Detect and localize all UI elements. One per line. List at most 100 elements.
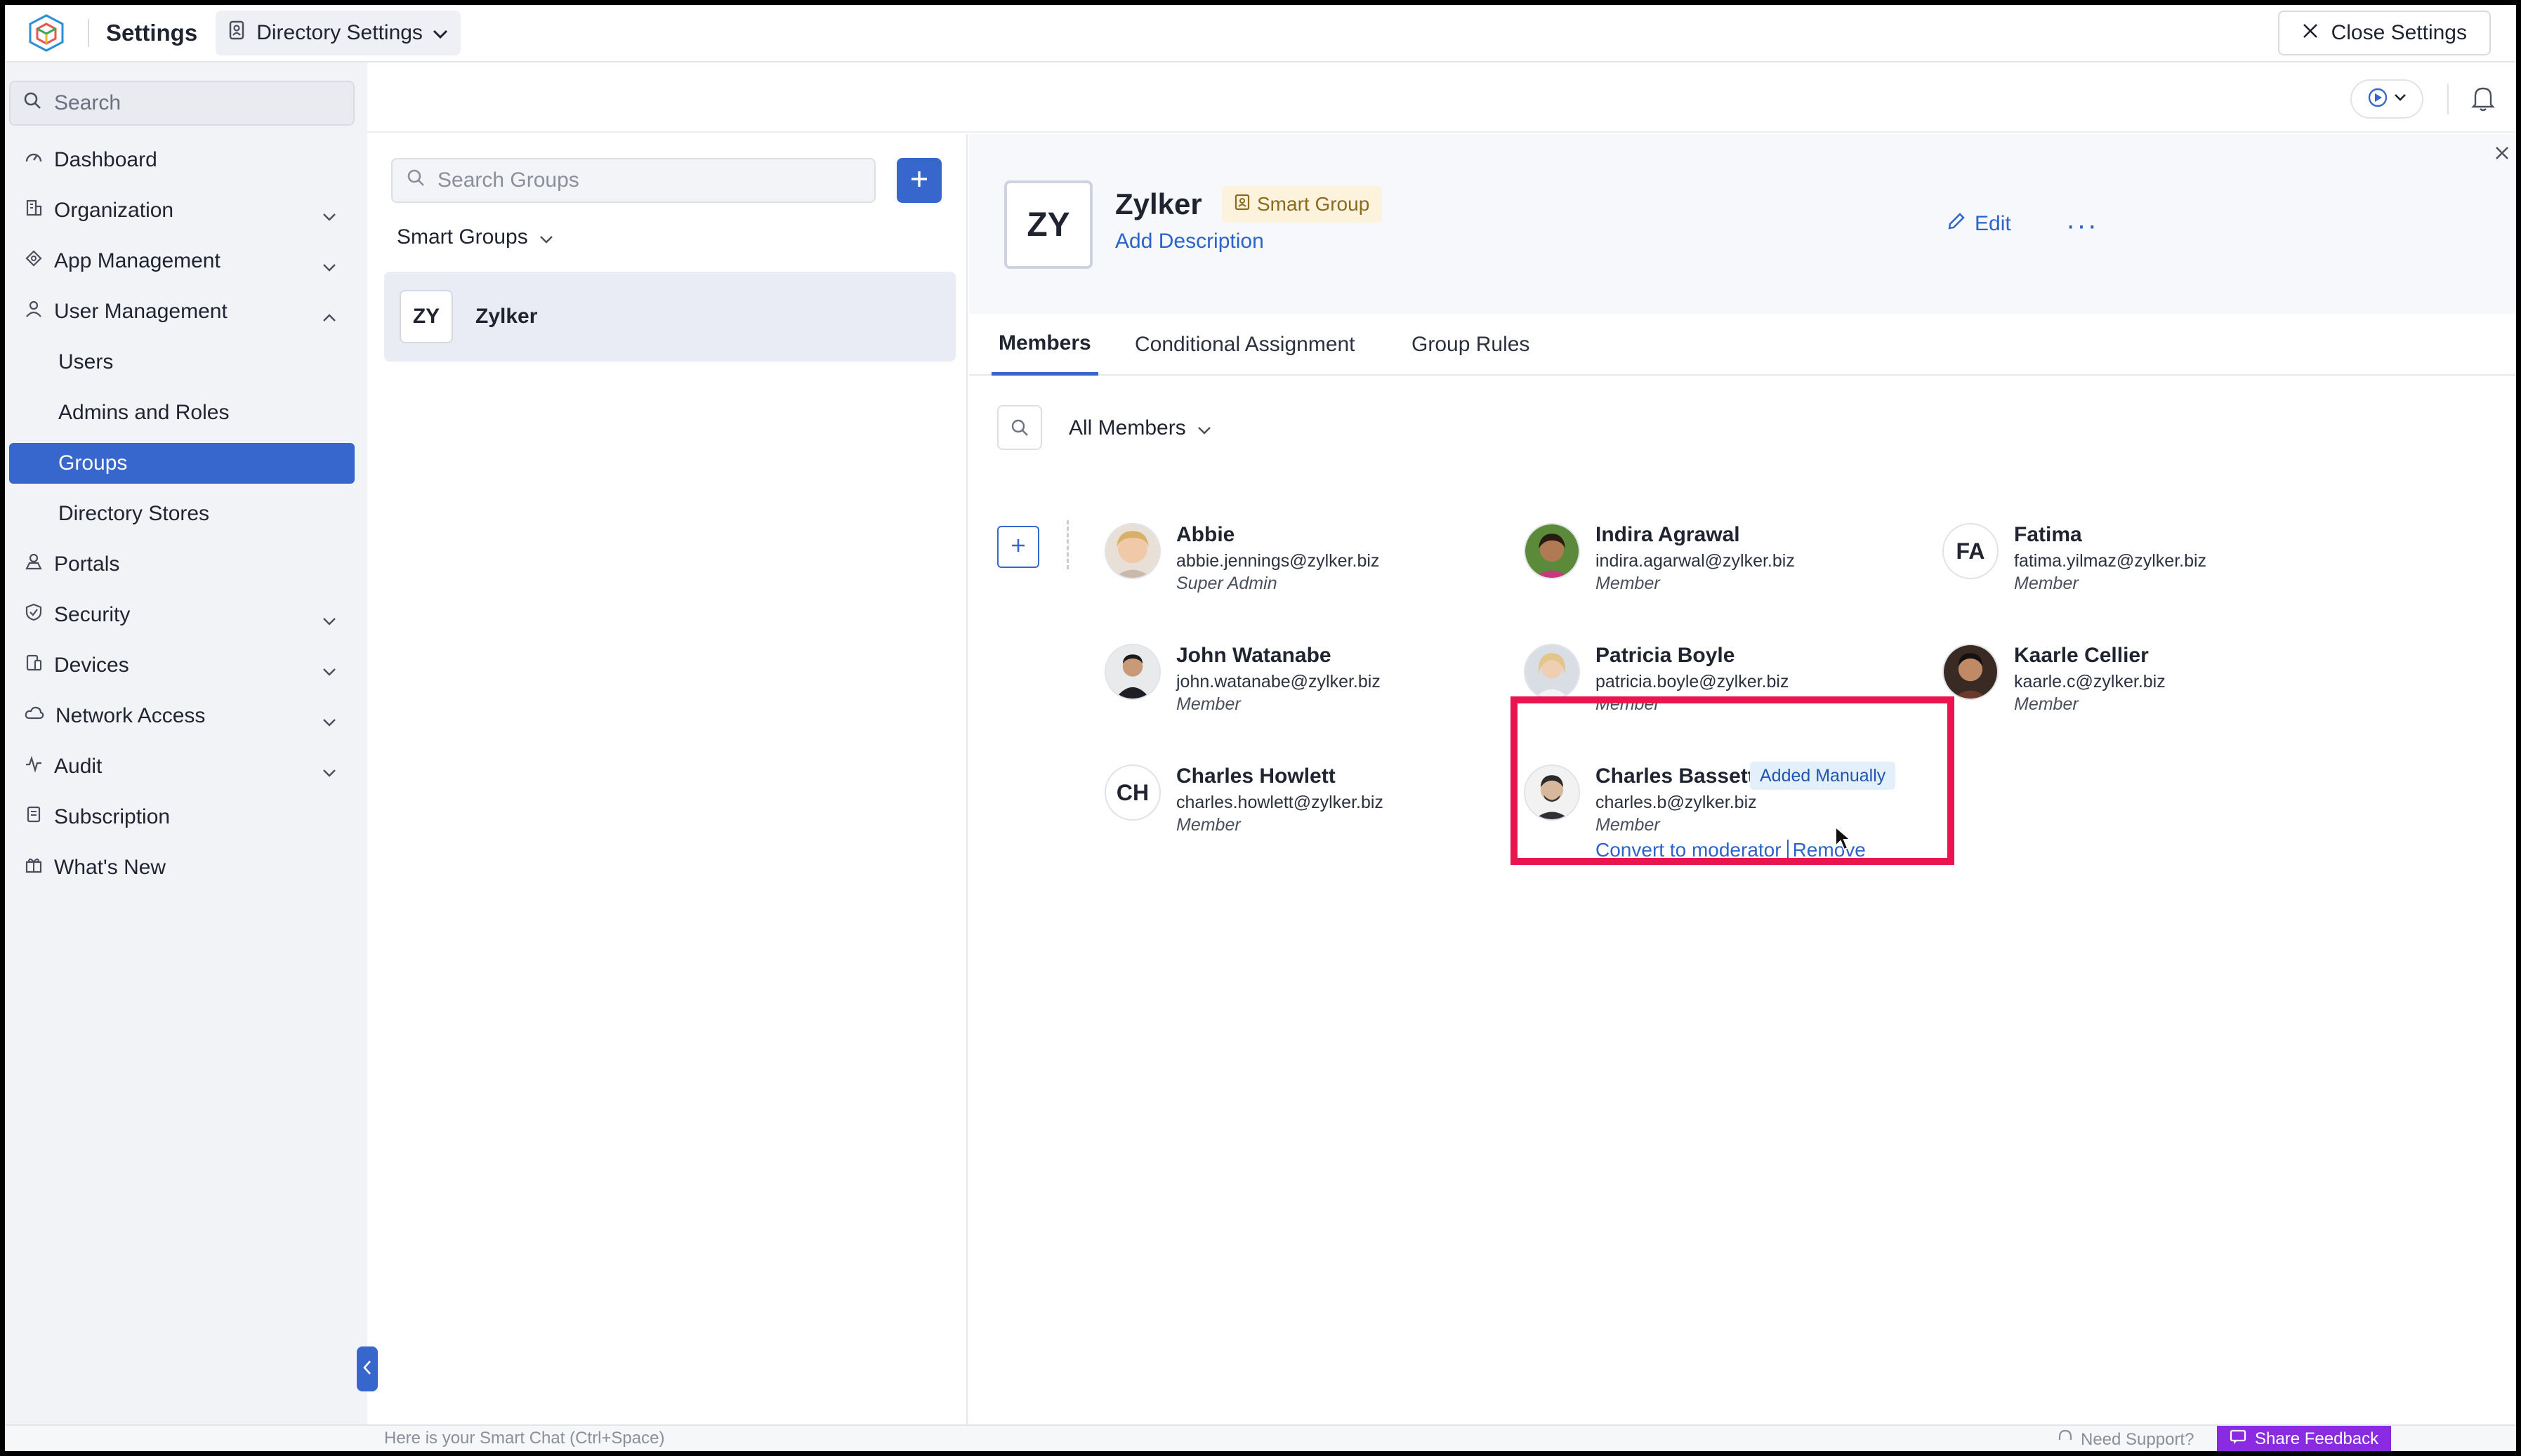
collapse-sidebar-button[interactable]: [357, 1346, 378, 1391]
member-name: Fatima: [2014, 523, 2082, 546]
groups-panel: Search Groups Smart Groups ZY Zylker: [367, 134, 968, 1424]
divider: [1786, 840, 1789, 861]
close-settings-label: Close Settings: [2331, 21, 2467, 44]
member-name: Kaarle Cellier: [2014, 644, 2149, 667]
chevron-down-icon: [322, 607, 336, 631]
dashboard-icon: [25, 148, 43, 172]
chevron-down-icon: [1197, 416, 1211, 440]
smart-group-icon: [1235, 193, 1250, 216]
tab-conditional-assignment[interactable]: Conditional Assignment: [1135, 314, 1355, 376]
added-manually-badge: Added Manually: [1750, 762, 1896, 790]
close-icon: [2302, 21, 2319, 45]
sidebar-item-label: Network Access: [55, 704, 206, 727]
apps-icon: [25, 249, 43, 273]
sidebar-item-dashboard[interactable]: Dashboard: [9, 140, 355, 180]
member-role: Member: [1176, 815, 1241, 835]
member-name: Patricia Boyle: [1595, 644, 1735, 667]
sidebar-item-security[interactable]: Security: [9, 595, 355, 635]
sidebar-item-label: Security: [54, 603, 131, 626]
group-list-item[interactable]: ZY Zylker: [384, 272, 956, 362]
add-group-button[interactable]: [897, 158, 942, 203]
share-feedback-button[interactable]: Share Feedback: [2217, 1426, 2392, 1451]
portal-icon: [25, 552, 43, 576]
member-role: Member: [2014, 574, 2079, 593]
convert-to-moderator-link[interactable]: Convert to moderator: [1595, 839, 1787, 861]
close-settings-button[interactable]: Close Settings: [2277, 11, 2491, 55]
edit-button[interactable]: Edit: [1947, 211, 2011, 237]
sidebar-item-label: Dashboard: [54, 148, 157, 171]
member-email: abbie.jennings@zylker.biz: [1176, 551, 1380, 571]
sidebar-item-label: What's New: [54, 856, 166, 879]
sidebar-item-label: Users: [58, 350, 114, 373]
chevron-left-icon: [362, 1360, 372, 1379]
chevron-up-icon: [322, 304, 336, 328]
chevron-down-icon: [322, 203, 336, 227]
sidebar-item-portals[interactable]: Portals: [9, 544, 355, 585]
smart-groups-label: Smart Groups: [397, 225, 528, 249]
device-icon: [25, 654, 43, 677]
sidebar-search-input[interactable]: Search: [9, 81, 355, 126]
document-icon: [25, 805, 43, 829]
footer-bar: Here is your Smart Chat (Ctrl+Space) Nee…: [5, 1424, 2516, 1451]
assistant-dropdown-button[interactable]: [2350, 79, 2423, 119]
member-card: Kaarle Cellier kaarle.c@zylker.biz Membe…: [1942, 644, 2350, 742]
sidebar-item-users[interactable]: Users: [9, 342, 355, 383]
search-groups-input[interactable]: Search Groups: [391, 158, 876, 203]
member-name: Abbie: [1176, 523, 1235, 546]
group-avatar: ZY: [1004, 180, 1093, 269]
sidebar-item-admins-and-roles[interactable]: Admins and Roles: [9, 392, 355, 433]
top-bar: Settings Directory Settings Close Settin…: [5, 5, 2516, 62]
group-detail-panel: ZY Zylker Smart Group Add Description Ed…: [969, 134, 2516, 1424]
search-groups-placeholder: Search Groups: [437, 168, 579, 192]
members-section: Members Conditional Assignment Group Rul…: [969, 314, 2516, 1424]
app-logo-icon[interactable]: [23, 10, 70, 56]
add-description-link[interactable]: Add Description: [1115, 230, 1264, 253]
sidebar-item-whats-new[interactable]: What's New: [9, 847, 355, 888]
assistant-icon: [2367, 87, 2388, 112]
sidebar-item-organization[interactable]: Organization: [9, 190, 355, 231]
member-card: Patricia Boyle patricia.boyle@zylker.biz…: [1524, 644, 1931, 742]
member-name: Charles Howlett: [1176, 765, 1336, 788]
remove-member-link[interactable]: Remove: [1793, 839, 1866, 861]
group-detail-header: ZY Zylker Smart Group Add Description Ed…: [969, 134, 2516, 303]
sidebar-item-subscription[interactable]: Subscription: [9, 797, 355, 838]
sidebar-item-label: Portals: [54, 552, 120, 576]
member-name: John Watanabe: [1176, 644, 1331, 667]
sidebar-item-label: User Management: [54, 300, 228, 323]
all-members-filter[interactable]: All Members: [1069, 416, 1211, 440]
member-name: Charles Bassett: [1595, 765, 1755, 788]
avatar: CH: [1105, 765, 1161, 821]
main-header: [367, 62, 2516, 133]
member-name: Indira Agrawal: [1595, 523, 1740, 546]
gift-icon: [25, 856, 43, 880]
tab-group-rules[interactable]: Group Rules: [1411, 314, 1529, 376]
member-email: patricia.boyle@zylker.biz: [1595, 672, 1789, 691]
plus-icon: [909, 169, 929, 192]
close-icon[interactable]: [2494, 145, 2510, 164]
group-avatar: ZY: [400, 290, 453, 343]
sidebar-item-user-management[interactable]: User Management: [9, 291, 355, 332]
member-search-button[interactable]: [997, 405, 1042, 450]
smart-groups-filter[interactable]: Smart Groups: [397, 225, 553, 249]
plus-icon: [1010, 537, 1027, 557]
member-email: charles.howlett@zylker.biz: [1176, 793, 1383, 812]
sidebar-item-audit[interactable]: Audit: [9, 746, 355, 787]
directory-settings-button[interactable]: Directory Settings: [216, 11, 461, 55]
more-options-icon[interactable]: ···: [2066, 210, 2098, 241]
member-role: Member: [1176, 694, 1241, 714]
tab-members[interactable]: Members: [992, 314, 1098, 376]
member-card: John Watanabe john.watanabe@zylker.biz M…: [1105, 644, 1512, 742]
bell-icon[interactable]: [2471, 85, 2495, 115]
sidebar-item-network-access[interactable]: Network Access: [9, 696, 355, 736]
sidebar-item-directory-stores[interactable]: Directory Stores: [9, 494, 355, 534]
member-card: Charles Bassett Added Manually charles.b…: [1524, 762, 1931, 863]
sidebar-item-devices[interactable]: Devices: [9, 645, 355, 686]
sidebar-item-app-management[interactable]: App Management: [9, 241, 355, 282]
smart-chat-input[interactable]: Here is your Smart Chat (Ctrl+Space): [384, 1429, 664, 1448]
chevron-down-icon: [433, 21, 448, 45]
chevron-down-icon: [322, 708, 336, 732]
add-member-button[interactable]: [997, 526, 1039, 568]
need-support-link[interactable]: Need Support?: [2057, 1429, 2194, 1450]
sidebar-item-groups[interactable]: Groups: [9, 443, 355, 484]
chevron-down-icon: [539, 225, 553, 249]
